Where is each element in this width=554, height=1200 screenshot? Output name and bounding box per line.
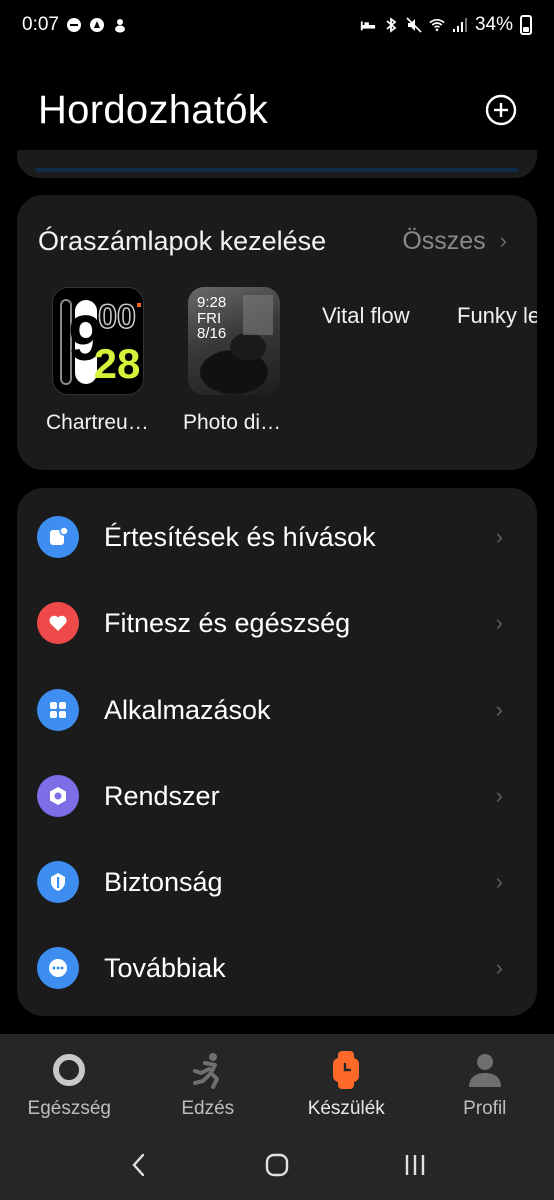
watch-faces-header: Óraszámlapok kezelése Összes › [38, 221, 507, 261]
watch-face-chartreuse[interactable]: 9 00 28 Chartreu… [46, 287, 149, 434]
bottom-nav: Egészség Edzés Készülék Profil [0, 1034, 554, 1130]
bluetooth-icon [383, 17, 399, 33]
chevron-right-icon: › [495, 783, 503, 808]
status-left: 0:07 [22, 14, 128, 36]
menu-item-fitness[interactable]: Fitnesz és egészség › [17, 588, 537, 658]
watch-faces-all-link[interactable]: Összes › [402, 227, 507, 256]
chevron-right-icon: › [499, 228, 507, 253]
watch-face-thumbnail: 9 00 28 [52, 287, 144, 395]
photo-face-date: 8/16 [197, 325, 227, 342]
battery-icon [520, 15, 532, 35]
watch-icon [326, 1050, 366, 1090]
menu-item-label: Értesítések és hívások [104, 521, 376, 552]
watch-faces-title: Óraszámlapok kezelése [38, 225, 327, 256]
chartreuse-min-top: 00 [98, 298, 136, 336]
heart-icon [37, 602, 79, 644]
ring-icon [49, 1050, 89, 1090]
sleep-mode-icon [360, 17, 376, 33]
wifi-icon [429, 17, 445, 33]
shield-icon [37, 861, 79, 903]
watch-face-label: Chartreu… [46, 411, 149, 434]
tab-label: Egészség [27, 1098, 111, 1119]
tab-label: Készülék [307, 1098, 385, 1119]
menu-item-label: Alkalmazások [104, 694, 271, 725]
tab-label: Profil [463, 1098, 507, 1119]
header: Hordozhatók [38, 80, 518, 140]
system-nav-bar [0, 1130, 554, 1200]
menu-item-apps[interactable]: Alkalmazások › [17, 675, 537, 745]
notification-app-icon [112, 17, 128, 33]
watch-face-funky[interactable]: Funky le [457, 303, 537, 329]
page-title: Hordozhatók [38, 87, 269, 132]
watch-face-label: Photo di… [183, 411, 282, 434]
signal-icon [452, 17, 468, 33]
back-button[interactable] [119, 1145, 159, 1185]
do-not-disturb-icon [66, 17, 82, 33]
system-icon [37, 775, 79, 817]
chevron-right-icon: › [495, 697, 503, 722]
chevron-right-icon: › [495, 610, 503, 635]
tab-label: Edzés [181, 1098, 235, 1119]
menu-item-system[interactable]: Rendszer › [17, 761, 537, 831]
photo-face-time: 9:28 [197, 294, 227, 311]
status-right: 34% [360, 14, 532, 36]
tab-exercise[interactable]: Edzés [139, 1034, 278, 1130]
watch-face-photo[interactable]: 9:28 FRI 8/16 Photo di… [183, 287, 281, 434]
menu-item-notifications[interactable]: Értesítések és hívások › [17, 502, 537, 572]
chevron-right-icon: › [495, 869, 503, 894]
runner-icon [188, 1050, 228, 1090]
more-icon [37, 947, 79, 989]
chevron-right-icon: › [495, 955, 503, 980]
add-button[interactable] [484, 93, 518, 127]
recents-button[interactable] [395, 1145, 435, 1185]
status-bar: 0:07 34% [0, 0, 554, 50]
settings-menu: Értesítések és hívások › Fitnesz és egés… [17, 488, 537, 1016]
watch-face-thumbnail: 9:28 FRI 8/16 [188, 287, 280, 395]
menu-item-more[interactable]: Továbbiak › [17, 933, 537, 1003]
chartreuse-min-bottom: 28 [94, 340, 141, 387]
data-saver-icon [89, 17, 105, 33]
chevron-right-icon: › [495, 524, 503, 549]
status-time: 0:07 [22, 14, 59, 35]
menu-item-label: Továbbiak [104, 952, 226, 983]
person-icon [465, 1050, 505, 1090]
menu-item-label: Fitnesz és egészség [104, 607, 351, 638]
menu-item-security[interactable]: Biztonság › [17, 847, 537, 917]
tab-device[interactable]: Készülék [277, 1034, 416, 1130]
tab-health[interactable]: Egészség [0, 1034, 139, 1130]
notification-icon [37, 516, 79, 558]
mute-icon [406, 17, 422, 33]
tab-profile[interactable]: Profil [416, 1034, 554, 1130]
battery-percent: 34% [474, 14, 513, 35]
device-card-edge [17, 150, 537, 178]
menu-item-label: Biztonság [104, 866, 223, 897]
recents-icon [405, 1155, 425, 1175]
watch-faces-all-label: Összes [402, 226, 486, 255]
watch-faces-card: Óraszámlapok kezelése Összes › 9 00 28 C… [17, 195, 537, 470]
apps-icon [37, 689, 79, 731]
watch-face-vital-flow[interactable]: Vital flow [322, 303, 410, 329]
menu-item-label: Rendszer [104, 780, 220, 811]
home-icon [265, 1153, 289, 1177]
back-icon [132, 1153, 145, 1177]
add-icon [485, 94, 517, 126]
home-button[interactable] [257, 1145, 297, 1185]
